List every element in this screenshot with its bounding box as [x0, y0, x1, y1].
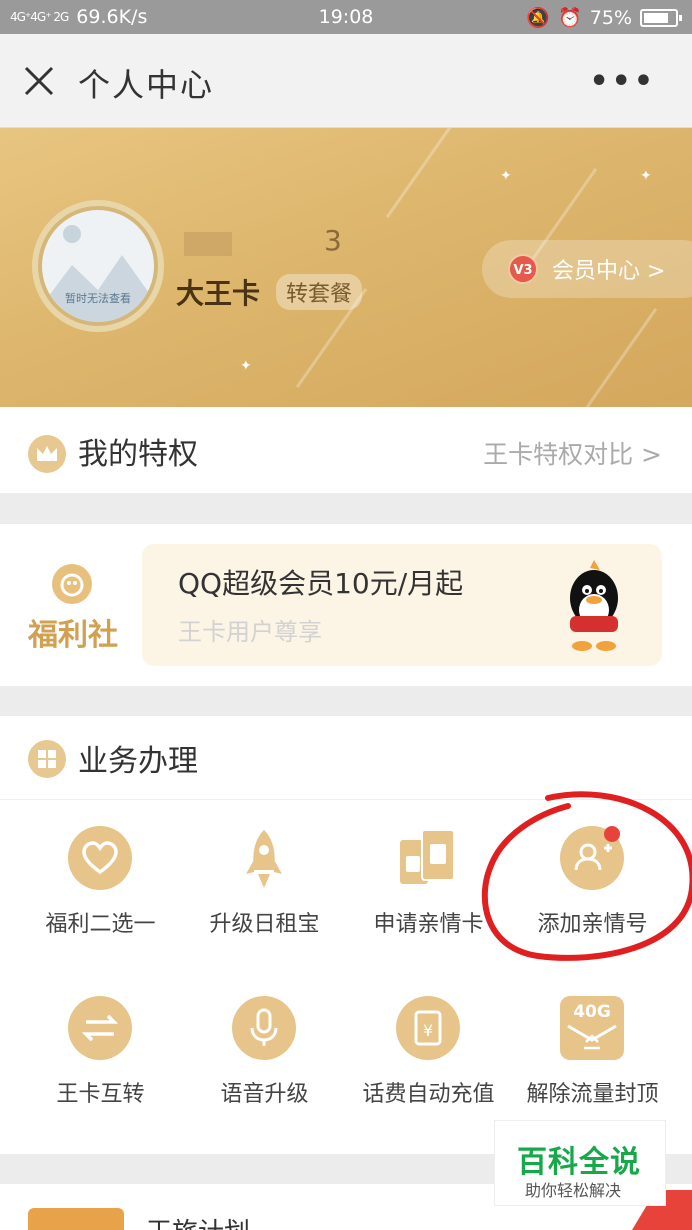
member-center-button[interactable]: V3 会员中心 > [482, 240, 692, 298]
battery-percent: 75% [589, 6, 632, 29]
plan-name: 大王卡 [176, 277, 261, 310]
sparkle-icon: ✦ [240, 358, 252, 374]
status-right: 🔕 ⏰ 75% [526, 6, 682, 29]
more-menu-button[interactable]: ••• [589, 64, 656, 99]
service-label: 解除流量封顶 [526, 1082, 659, 1107]
mute-icon: 🔕 [526, 7, 551, 29]
my-privilege-row[interactable]: 我的特权 王卡特权对比 > [0, 407, 692, 493]
recharge-icon: ¥ [396, 996, 460, 1060]
qq-penguin-icon [570, 560, 618, 651]
notification-dot [604, 826, 620, 842]
close-icon[interactable] [22, 64, 56, 98]
crown-icon [28, 435, 66, 473]
profile-banner: ✦ ✦ ✦ 暂时无法查看 3 大王卡 转套餐 V3 会员中心 > [0, 128, 692, 407]
service-label: 申请亲情卡 [373, 912, 484, 937]
personal-center-page: 4G⁺4G⁺ 2G 69.6K/s 19:08 🔕 ⏰ 75% 个人中心 •••… [0, 0, 692, 1230]
add-user-icon [560, 826, 624, 890]
privilege-compare-link[interactable]: 王卡特权对比 > [483, 435, 662, 471]
member-center-label: 会员中心 > [552, 259, 666, 284]
svg-text:¥: ¥ [423, 1021, 433, 1040]
avatar[interactable]: 暂时无法查看 [32, 200, 164, 332]
service-king-card-transfer[interactable]: 王卡互转 [14, 986, 187, 1136]
sparkle-icon: ✦ [500, 168, 512, 184]
grid-icon [28, 740, 66, 778]
plan-thumbnail [28, 1208, 124, 1230]
transfer-icon [68, 996, 132, 1060]
switch-plan-button[interactable]: 转套餐 [276, 274, 363, 310]
service-upgrade-daily[interactable]: 升级日租宝 [178, 816, 351, 966]
service-label: 语音升级 [220, 1082, 309, 1107]
service-family-card[interactable]: 申请亲情卡 [342, 816, 515, 966]
masked-username [184, 232, 232, 256]
data-40g-icon: 40G [560, 996, 624, 1060]
vip-level-badge: V3 [508, 254, 538, 284]
business-header: 业务办理 [0, 716, 692, 800]
page-title: 个人中心 [78, 66, 215, 104]
microphone-icon [232, 996, 296, 1060]
gift-icon [52, 564, 92, 604]
heart-icon [68, 826, 132, 890]
wanglv-plan-title: 王旅计划 [146, 1212, 250, 1230]
sparkle-icon: ✦ [640, 168, 652, 184]
service-auto-recharge[interactable]: ¥ 话费自动充值 [342, 986, 515, 1136]
service-add-family-number[interactable]: 添加亲情号 [506, 816, 679, 966]
watermark-title: 百科全说 [517, 1145, 641, 1180]
alarm-icon: ⏰ [558, 7, 582, 29]
rocket-icon [232, 826, 296, 890]
service-label: 福利二选一 [45, 912, 156, 937]
business-title: 业务办理 [78, 744, 198, 779]
service-label: 添加亲情号 [537, 912, 648, 937]
service-remove-data-cap[interactable]: 40G 解除流量封顶 [506, 986, 679, 1136]
service-voice-upgrade[interactable]: 语音升级 [178, 986, 351, 1136]
watermark-logo: 百科全说 助你轻松解决 [494, 1120, 666, 1206]
privilege-title: 我的特权 [78, 437, 198, 472]
watermark-subtitle: 助你轻松解决 [525, 1181, 622, 1200]
welfare-label: 福利社 [28, 618, 118, 653]
data-badge: 40G [573, 1002, 611, 1022]
sim-card-icon [396, 826, 460, 890]
welfare-section: 福利社 QQ超级会员10元/月起 王卡用户尊享 [0, 524, 692, 686]
service-label: 升级日租宝 [209, 912, 320, 937]
nav-bar: 个人中心 ••• [0, 34, 692, 128]
service-label: 王卡互转 [56, 1082, 145, 1107]
business-section: 业务办理 福利二选一 升级日租宝 申请亲情卡 添加亲情号 王卡互转 语音升级 ¥… [0, 716, 692, 1154]
service-label: 话费自动充值 [362, 1082, 495, 1107]
avatar-placeholder-text: 暂时无法查看 [65, 292, 131, 305]
avatar-image: 暂时无法查看 [42, 210, 154, 322]
username-tail: 3 [324, 224, 342, 257]
welfare-promo-title: QQ超级会员10元/月起 [178, 567, 464, 600]
welfare-promo-subtitle: 王卡用户尊享 [178, 618, 322, 646]
status-bar: 4G⁺4G⁺ 2G 69.6K/s 19:08 🔕 ⏰ 75% [0, 0, 692, 34]
welfare-promo-card[interactable]: QQ超级会员10元/月起 王卡用户尊享 [142, 544, 662, 666]
battery-icon [640, 8, 682, 27]
service-welfare-choice[interactable]: 福利二选一 [14, 816, 187, 966]
